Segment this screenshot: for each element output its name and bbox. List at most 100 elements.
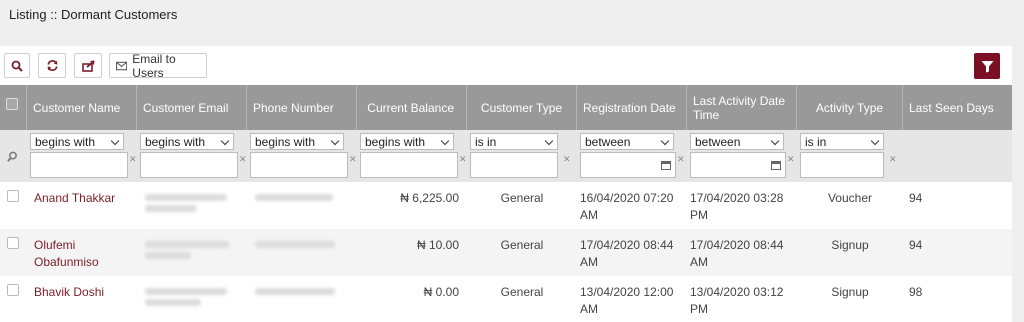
refresh-icon [46, 60, 58, 71]
registration-date-cell: 16/04/2020 07:20 AM [580, 191, 674, 222]
filter-operator-value: is in [805, 134, 827, 149]
filter-operator-value: between [695, 134, 741, 149]
mail-icon [116, 61, 128, 70]
last-activity-cell: 13/04/2020 03:12 PM [690, 285, 784, 316]
last-seen-days-cell: 94 [909, 238, 923, 252]
col-current-balance[interactable]: Current Balance [357, 85, 467, 130]
chevron-down-icon [330, 136, 340, 146]
activity-type-cell: Signup [831, 238, 869, 252]
filter-last-activity: between ✕ [687, 130, 797, 182]
clear-filter-icon[interactable]: ✕ [889, 154, 897, 165]
col-registration-date[interactable]: Registration Date [577, 85, 687, 130]
page-header: Listing :: Dormant Customers [0, 0, 1024, 30]
filter-value-input[interactable] [140, 152, 238, 178]
filter-operator-value: begins with [255, 134, 316, 149]
select-all-checkbox[interactable] [6, 98, 18, 110]
current-balance-cell: ₦ 10.00 [416, 238, 459, 252]
col-customer-type[interactable]: Customer Type [467, 85, 577, 130]
filter-operator-select[interactable]: is in [800, 133, 884, 150]
filter-toggle-button[interactable] [974, 53, 1000, 79]
activity-type-cell: Signup [831, 285, 869, 299]
phone-number-cell [255, 182, 347, 229]
phone-number-cell [255, 276, 347, 322]
row-checkbox[interactable] [7, 284, 19, 296]
last-activity-cell: 17/04/2020 08:44 AM [690, 238, 784, 269]
filter-icon [981, 60, 993, 72]
chevron-down-icon [110, 136, 120, 146]
col-activity-type[interactable]: Activity Type [797, 85, 903, 130]
filter-operator-value: is in [475, 134, 497, 149]
calendar-icon[interactable] [771, 161, 781, 170]
row-checkbox[interactable] [7, 190, 19, 202]
select-all-cell [0, 85, 27, 130]
filter-operator-value: begins with [145, 134, 206, 149]
last-seen-days-cell: 94 [909, 191, 923, 205]
filter-operator-select[interactable]: begins with [360, 133, 454, 150]
filter-operator-select[interactable]: begins with [30, 133, 124, 150]
search-button[interactable] [4, 53, 30, 78]
filter-phone-number: begins with ✕ [247, 130, 357, 182]
filter-customer-type: is in ✕ [467, 130, 577, 182]
table-row[interactable]: Olufemi Obafunmiso ₦ 10.00 General 17/04… [0, 229, 1012, 276]
registration-date-cell: 13/04/2020 12:00 AM [580, 285, 674, 316]
filter-row: begins with ✕ begins with ✕ begins with … [0, 130, 1012, 182]
filter-current-balance: begins with ✕ [357, 130, 467, 182]
filter-icon-cell [0, 130, 27, 182]
filter-date-input[interactable] [580, 152, 676, 178]
filter-value-input[interactable] [30, 152, 128, 178]
chevron-down-icon [660, 136, 670, 146]
col-last-seen-days[interactable]: Last Seen Days [903, 85, 1012, 130]
filter-date-input[interactable] [690, 152, 786, 178]
chevron-down-icon [220, 136, 230, 146]
filter-operator-value: begins with [365, 134, 426, 149]
customer-email-cell [145, 276, 237, 322]
registration-date-cell: 17/04/2020 08:44 AM [580, 238, 674, 269]
customer-name-link[interactable]: Anand Thakkar [30, 182, 134, 229]
search-icon [7, 151, 17, 162]
page-title: Listing :: Dormant Customers [9, 7, 178, 22]
row-checkbox[interactable] [7, 237, 19, 249]
calendar-icon[interactable] [661, 161, 671, 170]
clear-filter-icon[interactable]: ✕ [349, 154, 357, 165]
filter-operator-select[interactable]: between [690, 133, 784, 150]
clear-filter-icon[interactable]: ✕ [677, 154, 685, 165]
filter-operator-select[interactable]: begins with [250, 133, 344, 150]
clear-filter-icon[interactable]: ✕ [563, 154, 571, 165]
col-customer-name[interactable]: Customer Name [27, 85, 137, 130]
filter-value-input[interactable] [250, 152, 348, 178]
export-button[interactable] [74, 53, 102, 78]
filter-registration-date: between ✕ [577, 130, 687, 182]
col-last-activity[interactable]: Last Activity Date Time [687, 85, 797, 130]
filter-operator-value: between [585, 134, 631, 149]
activity-type-cell: Voucher [827, 191, 873, 205]
filter-activity-type: is in ✕ [797, 130, 903, 182]
filter-value-select[interactable] [800, 152, 884, 178]
clear-filter-icon[interactable]: ✕ [459, 154, 467, 165]
col-customer-email[interactable]: Customer Email [137, 85, 247, 130]
current-balance-cell: ₦ 6,225.00 [400, 191, 459, 205]
table-row[interactable]: Anand Thakkar ₦ 6,225.00 General 16/04/2… [0, 182, 1012, 229]
listing-panel: Email to Users Customer Name Customer Em… [0, 46, 1012, 322]
filter-customer-email: begins with ✕ [137, 130, 247, 182]
table-row[interactable]: Bhavik Doshi ₦ 0.00 General 13/04/2020 1… [0, 276, 1012, 322]
refresh-button[interactable] [38, 53, 66, 78]
chevron-down-icon [440, 136, 450, 146]
filter-operator-value: begins with [35, 134, 96, 149]
chevron-down-icon [544, 136, 554, 146]
col-phone-number[interactable]: Phone Number [247, 85, 357, 130]
customer-type-cell: General [500, 191, 544, 205]
clear-filter-icon[interactable]: ✕ [239, 154, 247, 165]
filter-value-select[interactable] [470, 152, 558, 178]
filter-operator-select[interactable]: begins with [140, 133, 234, 150]
clear-filter-icon[interactable]: ✕ [787, 154, 795, 165]
customer-name-link[interactable]: Olufemi Obafunmiso [30, 229, 110, 276]
customer-name-link[interactable]: Bhavik Doshi [30, 276, 134, 322]
grid-header: Customer Name Customer Email Phone Numbe… [0, 85, 1012, 130]
filter-operator-select[interactable]: between [580, 133, 674, 150]
clear-filter-icon[interactable]: ✕ [129, 154, 137, 165]
filter-operator-select[interactable]: is in [470, 133, 558, 150]
email-to-users-label: Email to Users [132, 51, 176, 80]
filter-value-input[interactable] [360, 152, 458, 178]
last-seen-days-cell: 98 [909, 285, 923, 299]
email-to-users-button[interactable]: Email to Users [109, 51, 207, 80]
